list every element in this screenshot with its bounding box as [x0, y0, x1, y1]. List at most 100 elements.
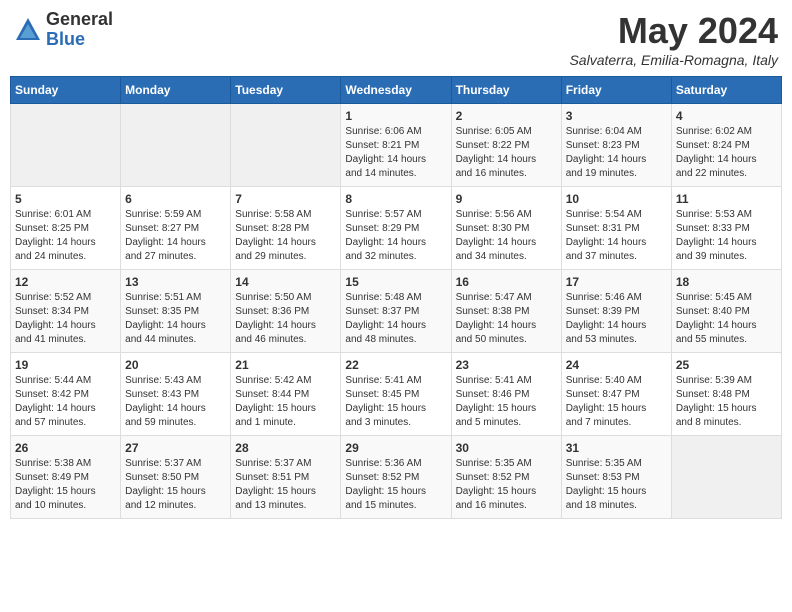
day-info: Sunrise: 5:56 AM Sunset: 8:30 PM Dayligh…	[456, 208, 557, 264]
day-number: 20	[125, 358, 226, 372]
day-number: 27	[125, 441, 226, 455]
calendar-header-row: SundayMondayTuesdayWednesdayThursdayFrid…	[11, 77, 782, 104]
calendar-cell: 25 Sunrise: 5:39 AM Sunset: 8:48 PM Dayli…	[671, 353, 781, 436]
day-number: 22	[345, 358, 446, 372]
logo-text: General Blue	[46, 10, 113, 50]
calendar-cell: 14 Sunrise: 5:50 AM Sunset: 8:36 PM Dayli…	[231, 270, 341, 353]
day-info: Sunrise: 5:38 AM Sunset: 8:49 PM Dayligh…	[15, 457, 116, 513]
calendar-cell: 10Sunrise: 5:54 AM Sunset: 8:31 PM Dayli…	[561, 187, 671, 270]
day-number: 9	[456, 192, 557, 206]
calendar-week-row: 26 Sunrise: 5:38 AM Sunset: 8:49 PM Dayli…	[11, 436, 782, 519]
day-number: 25	[676, 358, 777, 372]
day-number: 10	[566, 192, 667, 206]
calendar-cell: 7 Sunrise: 5:58 AM Sunset: 8:28 PM Daylig…	[231, 187, 341, 270]
calendar-week-row: 12Sunrise: 5:52 AM Sunset: 8:34 PM Dayli…	[11, 270, 782, 353]
day-info: Sunrise: 6:05 AM Sunset: 8:22 PM Dayligh…	[456, 125, 557, 181]
calendar-header-day: Sunday	[11, 77, 121, 104]
day-number: 19	[15, 358, 116, 372]
day-info: Sunrise: 5:42 AM Sunset: 8:44 PM Dayligh…	[235, 374, 336, 430]
calendar-cell	[11, 104, 121, 187]
day-number: 18	[676, 275, 777, 289]
calendar-header-day: Wednesday	[341, 77, 451, 104]
day-info: Sunrise: 5:35 AM Sunset: 8:52 PM Dayligh…	[456, 457, 557, 513]
day-number: 1	[345, 109, 446, 123]
day-number: 11	[676, 192, 777, 206]
day-number: 2	[456, 109, 557, 123]
day-info: Sunrise: 5:39 AM Sunset: 8:48 PM Dayligh…	[676, 374, 777, 430]
calendar-cell: 5Sunrise: 6:01 AM Sunset: 8:25 PM Daylig…	[11, 187, 121, 270]
calendar-cell	[671, 436, 781, 519]
calendar-cell	[231, 104, 341, 187]
day-info: Sunrise: 6:06 AM Sunset: 8:21 PM Dayligh…	[345, 125, 446, 181]
calendar-cell: 3 Sunrise: 6:04 AM Sunset: 8:23 PM Daylig…	[561, 104, 671, 187]
day-number: 15	[345, 275, 446, 289]
day-info: Sunrise: 5:50 AM Sunset: 8:36 PM Dayligh…	[235, 291, 336, 347]
day-number: 21	[235, 358, 336, 372]
logo-icon	[14, 16, 42, 44]
calendar-week-row: 19 Sunrise: 5:44 AM Sunset: 8:42 PM Dayli…	[11, 353, 782, 436]
day-number: 13	[125, 275, 226, 289]
day-number: 28	[235, 441, 336, 455]
calendar-header-day: Tuesday	[231, 77, 341, 104]
day-number: 4	[676, 109, 777, 123]
calendar-cell: 18 Sunrise: 5:45 AM Sunset: 8:40 PM Dayli…	[671, 270, 781, 353]
calendar-cell: 26 Sunrise: 5:38 AM Sunset: 8:49 PM Dayli…	[11, 436, 121, 519]
day-number: 6	[125, 192, 226, 206]
calendar-week-row: 5Sunrise: 6:01 AM Sunset: 8:25 PM Daylig…	[11, 187, 782, 270]
day-info: Sunrise: 5:37 AM Sunset: 8:51 PM Dayligh…	[235, 457, 336, 513]
day-info: Sunrise: 5:46 AM Sunset: 8:39 PM Dayligh…	[566, 291, 667, 347]
calendar-cell: 24Sunrise: 5:40 AM Sunset: 8:47 PM Dayli…	[561, 353, 671, 436]
day-number: 3	[566, 109, 667, 123]
day-number: 29	[345, 441, 446, 455]
calendar-header-day: Friday	[561, 77, 671, 104]
calendar-cell: 28 Sunrise: 5:37 AM Sunset: 8:51 PM Dayli…	[231, 436, 341, 519]
calendar-cell: 23 Sunrise: 5:41 AM Sunset: 8:46 PM Dayli…	[451, 353, 561, 436]
day-info: Sunrise: 5:47 AM Sunset: 8:38 PM Dayligh…	[456, 291, 557, 347]
page-header: General Blue May 2024 Salvaterra, Emilia…	[10, 10, 782, 68]
day-info: Sunrise: 5:36 AM Sunset: 8:52 PM Dayligh…	[345, 457, 446, 513]
calendar-cell: 30 Sunrise: 5:35 AM Sunset: 8:52 PM Dayli…	[451, 436, 561, 519]
calendar-cell: 11 Sunrise: 5:53 AM Sunset: 8:33 PM Dayli…	[671, 187, 781, 270]
calendar-cell: 1 Sunrise: 6:06 AM Sunset: 8:21 PM Daylig…	[341, 104, 451, 187]
day-info: Sunrise: 6:04 AM Sunset: 8:23 PM Dayligh…	[566, 125, 667, 181]
day-number: 7	[235, 192, 336, 206]
calendar-cell: 2 Sunrise: 6:05 AM Sunset: 8:22 PM Daylig…	[451, 104, 561, 187]
day-info: Sunrise: 5:35 AM Sunset: 8:53 PM Dayligh…	[566, 457, 667, 513]
month-title: May 2024	[569, 10, 778, 52]
day-info: Sunrise: 5:44 AM Sunset: 8:42 PM Dayligh…	[15, 374, 116, 430]
day-number: 17	[566, 275, 667, 289]
day-info: Sunrise: 5:57 AM Sunset: 8:29 PM Dayligh…	[345, 208, 446, 264]
day-number: 31	[566, 441, 667, 455]
day-info: Sunrise: 5:41 AM Sunset: 8:46 PM Dayligh…	[456, 374, 557, 430]
location-subtitle: Salvaterra, Emilia-Romagna, Italy	[569, 52, 778, 68]
calendar-cell: 27 Sunrise: 5:37 AM Sunset: 8:50 PM Dayli…	[121, 436, 231, 519]
day-number: 26	[15, 441, 116, 455]
calendar-cell: 17 Sunrise: 5:46 AM Sunset: 8:39 PM Dayli…	[561, 270, 671, 353]
calendar-cell	[121, 104, 231, 187]
day-number: 8	[345, 192, 446, 206]
day-info: Sunrise: 5:53 AM Sunset: 8:33 PM Dayligh…	[676, 208, 777, 264]
day-number: 30	[456, 441, 557, 455]
day-info: Sunrise: 5:45 AM Sunset: 8:40 PM Dayligh…	[676, 291, 777, 347]
day-number: 23	[456, 358, 557, 372]
calendar-cell: 9 Sunrise: 5:56 AM Sunset: 8:30 PM Daylig…	[451, 187, 561, 270]
day-info: Sunrise: 5:58 AM Sunset: 8:28 PM Dayligh…	[235, 208, 336, 264]
day-info: Sunrise: 5:37 AM Sunset: 8:50 PM Dayligh…	[125, 457, 226, 513]
calendar-cell: 16 Sunrise: 5:47 AM Sunset: 8:38 PM Dayli…	[451, 270, 561, 353]
day-number: 5	[15, 192, 116, 206]
day-info: Sunrise: 6:02 AM Sunset: 8:24 PM Dayligh…	[676, 125, 777, 181]
day-number: 14	[235, 275, 336, 289]
calendar-cell: 4 Sunrise: 6:02 AM Sunset: 8:24 PM Daylig…	[671, 104, 781, 187]
logo: General Blue	[14, 10, 113, 50]
calendar-cell: 13 Sunrise: 5:51 AM Sunset: 8:35 PM Dayli…	[121, 270, 231, 353]
calendar-cell: 6Sunrise: 5:59 AM Sunset: 8:27 PM Daylig…	[121, 187, 231, 270]
day-number: 16	[456, 275, 557, 289]
calendar-cell: 21 Sunrise: 5:42 AM Sunset: 8:44 PM Dayli…	[231, 353, 341, 436]
day-number: 12	[15, 275, 116, 289]
calendar-cell: 29 Sunrise: 5:36 AM Sunset: 8:52 PM Dayli…	[341, 436, 451, 519]
calendar-cell: 19 Sunrise: 5:44 AM Sunset: 8:42 PM Dayli…	[11, 353, 121, 436]
day-info: Sunrise: 5:51 AM Sunset: 8:35 PM Dayligh…	[125, 291, 226, 347]
calendar-header-day: Saturday	[671, 77, 781, 104]
calendar-table: SundayMondayTuesdayWednesdayThursdayFrid…	[10, 76, 782, 519]
day-info: Sunrise: 5:48 AM Sunset: 8:37 PM Dayligh…	[345, 291, 446, 347]
